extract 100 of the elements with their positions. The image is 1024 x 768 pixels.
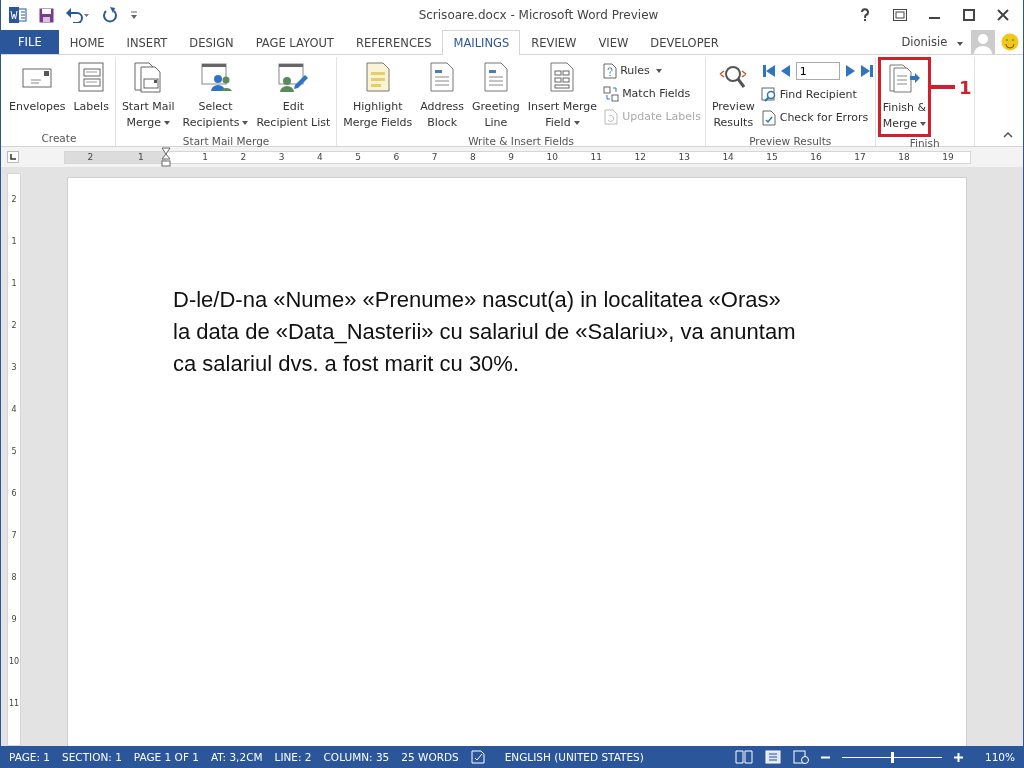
status-item[interactable]: AT: 3,2CM xyxy=(210,751,263,763)
ribbon-button[interactable]: Address Block xyxy=(416,57,469,135)
tab-selector-icon[interactable] xyxy=(7,151,19,163)
proofing-icon[interactable] xyxy=(470,750,487,764)
ribbon-tab[interactable]: PAGE LAYOUT xyxy=(244,30,345,55)
ribbon-small-button[interactable]: Check for Errors xyxy=(758,107,873,128)
previous-record-icon[interactable] xyxy=(780,65,790,77)
smiley-icon[interactable] xyxy=(1001,33,1019,51)
ribbon-tab[interactable]: MAILINGS xyxy=(442,30,521,55)
ribbon-button[interactable]: Start Mail Merge xyxy=(117,57,179,135)
ribbon-button[interactable]: Select Recipients xyxy=(178,57,253,135)
ribbon-button[interactable]: Labels xyxy=(69,57,113,119)
status-item[interactable]: PAGE 1 OF 1 xyxy=(133,751,199,763)
print-layout-icon[interactable] xyxy=(764,750,781,764)
read-mode-icon[interactable] xyxy=(734,750,753,764)
maximize-icon[interactable] xyxy=(963,9,975,21)
ruler-number: 2 xyxy=(11,194,17,205)
undo-icon[interactable] xyxy=(66,7,90,23)
ribbon-small-button[interactable]: Rules xyxy=(601,60,703,81)
close-icon[interactable] xyxy=(997,9,1009,21)
ribbon-button[interactable]: Envelopes xyxy=(5,57,70,119)
zoom-in-icon[interactable] xyxy=(953,752,963,762)
ribbon-button[interactable]: Greeting Line xyxy=(468,57,524,135)
status-item[interactable]: PAGE: 1 xyxy=(9,751,50,763)
ribbon-tab[interactable]: VIEW xyxy=(587,30,640,55)
record-number-field[interactable]: 1 xyxy=(795,62,840,80)
ribbon-button[interactable]: Preview Results xyxy=(707,57,759,135)
ribbon-button[interactable]: Finish & Merge xyxy=(877,57,932,137)
ribbon-tab[interactable]: HOME xyxy=(58,30,116,55)
ruler-number: 8 xyxy=(470,152,476,162)
letter-paragraph: D-le/D-na «Nume» «Prenume» nascut(a) in localitatea «Oras» la data de «Data_Nasterii» cu salariul de «Salariu», va anuntam ca salariul dvs. a fost marit cu 30%. xyxy=(173,286,797,378)
ruler-number: 8 xyxy=(11,572,17,583)
customize-toolbar-icon[interactable] xyxy=(130,10,138,20)
language-status[interactable]: ENGLISH (UNITED STATES) xyxy=(504,751,644,763)
ruler-number: 2 xyxy=(240,152,247,162)
ribbon-tab[interactable]: REFERENCES xyxy=(344,30,443,55)
ribbon-tab[interactable]: DESIGN xyxy=(178,30,245,55)
zoom-level[interactable]: 110% xyxy=(984,751,1015,763)
ruler-number: 9 xyxy=(508,152,514,162)
ruler-number: 4 xyxy=(11,404,17,415)
ribbon-small-button[interactable]: Match Fields xyxy=(601,83,703,104)
zoom-slider-thumb[interactable] xyxy=(890,751,894,763)
ruler-number: 9 xyxy=(11,614,17,625)
update-labels-icon xyxy=(603,108,620,125)
ruler-number: 6 xyxy=(393,152,400,162)
ruler-number: 4 xyxy=(317,152,323,162)
ribbon-tab[interactable]: INSERT xyxy=(115,30,179,55)
save-icon[interactable] xyxy=(39,7,54,23)
ruler-number: 5 xyxy=(355,152,361,162)
window-title: Scrisoare.docx - Microsoft Word Preview xyxy=(417,8,659,22)
ruler-number: 15 xyxy=(766,152,778,162)
caret-icon xyxy=(957,42,963,46)
ruler-number: 2 xyxy=(11,320,17,331)
ruler-number: 1 xyxy=(202,152,208,162)
web-layout-icon[interactable] xyxy=(792,750,809,764)
indent-marker-icon[interactable] xyxy=(161,147,171,167)
ruler-number: 2 xyxy=(87,152,94,162)
ribbon-tab[interactable]: DEVELOPER xyxy=(639,30,730,55)
redo-icon[interactable] xyxy=(102,7,118,23)
file-tab[interactable]: FILE xyxy=(1,30,59,54)
rules-icon xyxy=(603,62,618,79)
ruler-number: 11 xyxy=(590,152,602,162)
recipient-list-edit-icon xyxy=(277,61,310,93)
help-icon[interactable] xyxy=(859,8,871,22)
last-record-icon[interactable] xyxy=(860,65,873,77)
status-item[interactable]: COLUMN: 35 xyxy=(323,751,390,763)
collapse-ribbon-icon[interactable] xyxy=(1003,132,1013,138)
ruler-number: 10 xyxy=(8,656,20,667)
ruler-number: 16 xyxy=(810,152,822,162)
match-fields-icon xyxy=(603,85,620,102)
ruler-number: 19 xyxy=(942,152,954,162)
ruler-number: 13 xyxy=(678,152,690,162)
status-item[interactable]: SECTION: 1 xyxy=(62,751,122,763)
find-recipient-icon xyxy=(760,86,777,103)
callout-number: 1 xyxy=(959,76,972,98)
ruler-number: 12 xyxy=(634,152,646,162)
first-record-icon[interactable] xyxy=(762,65,775,77)
ribbon-button[interactable]: Insert Merge Field xyxy=(523,57,602,135)
ruler-number: 7 xyxy=(11,530,17,541)
ribbon-button[interactable]: Edit Recipient List xyxy=(252,57,335,135)
ruler-number: 10 xyxy=(546,152,558,162)
group-label: Finish xyxy=(908,137,941,151)
status-item[interactable]: 25 WORDS xyxy=(401,751,459,763)
recipients-icon xyxy=(199,61,232,93)
group-label: Create xyxy=(40,132,78,146)
ribbon-display-icon[interactable] xyxy=(893,9,907,21)
word-logo-icon[interactable] xyxy=(9,7,27,23)
ruler-number: 3 xyxy=(11,362,17,373)
next-record-icon[interactable] xyxy=(845,65,855,77)
ribbon-button[interactable]: Highlight Merge Fields xyxy=(339,57,417,135)
ribbon-tab[interactable]: REVIEW xyxy=(520,30,588,55)
status-item[interactable]: LINE: 2 xyxy=(274,751,312,763)
user-account-button[interactable]: Dionisie xyxy=(899,30,965,54)
ruler-number: 1 xyxy=(137,152,144,162)
group-label: Preview Results xyxy=(748,135,833,149)
group-label: Write & Insert Fields xyxy=(467,135,575,149)
ruler-number: 5 xyxy=(11,446,17,457)
ruler-number: 7 xyxy=(431,152,438,162)
ribbon-small-button[interactable]: Find Recipient xyxy=(758,84,873,105)
ruler-number: 3 xyxy=(278,152,285,162)
